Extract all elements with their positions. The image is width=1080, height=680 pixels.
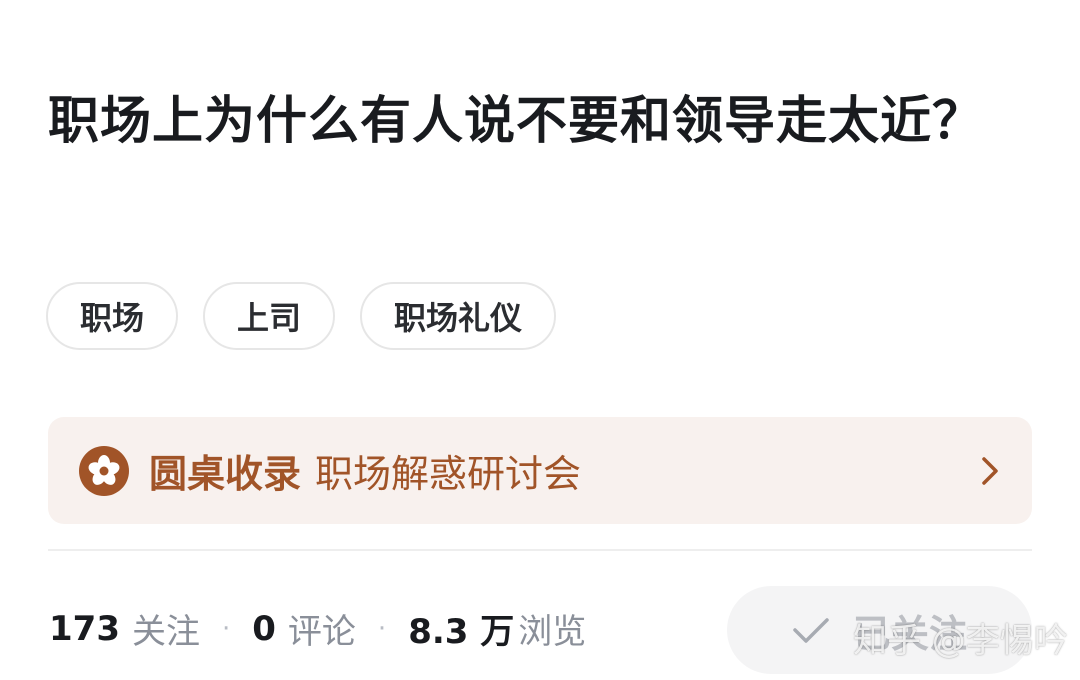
roundtable-flower-icon [79, 445, 129, 496]
separator-dot: · [221, 613, 231, 644]
views-label: 浏览 [518, 612, 587, 652]
separator-dot: · [377, 613, 387, 644]
topic-tags: 职场 上司 职场礼仪 [46, 282, 557, 350]
topic-tag[interactable]: 职场 [46, 282, 179, 350]
chevron-right-icon [982, 456, 998, 485]
question-page: 职场上为什么有人说不要和领导走太近？ 职场 上司 职场礼仪 圆桌收录 职场解惑研… [0, 0, 1080, 680]
roundtable-banner[interactable]: 圆桌收录 职场解惑研讨会 [48, 417, 1032, 524]
check-icon [793, 618, 829, 643]
question-stats: 173 关注 · 0 评论 · 8.3 万 浏览 [49, 604, 586, 653]
topic-tag[interactable]: 上司 [203, 282, 336, 350]
topic-tag[interactable]: 职场礼仪 [360, 282, 557, 350]
roundtable-name: 职场解惑研讨会 [315, 452, 582, 496]
divider [48, 549, 1032, 551]
followers-label: 关注 [131, 612, 200, 652]
comments-count: 0 [252, 608, 276, 649]
roundtable-label: 圆桌收录 [149, 452, 302, 496]
followers-count: 173 [49, 608, 120, 649]
comments-label[interactable]: 评论 [288, 604, 356, 653]
views-count: 8.3 万 [408, 612, 515, 652]
question-title: 职场上为什么有人说不要和领导走太近？ [48, 92, 985, 151]
follow-button-label: 已关注 [853, 611, 968, 656]
follow-button[interactable]: 已关注 [727, 586, 1032, 674]
